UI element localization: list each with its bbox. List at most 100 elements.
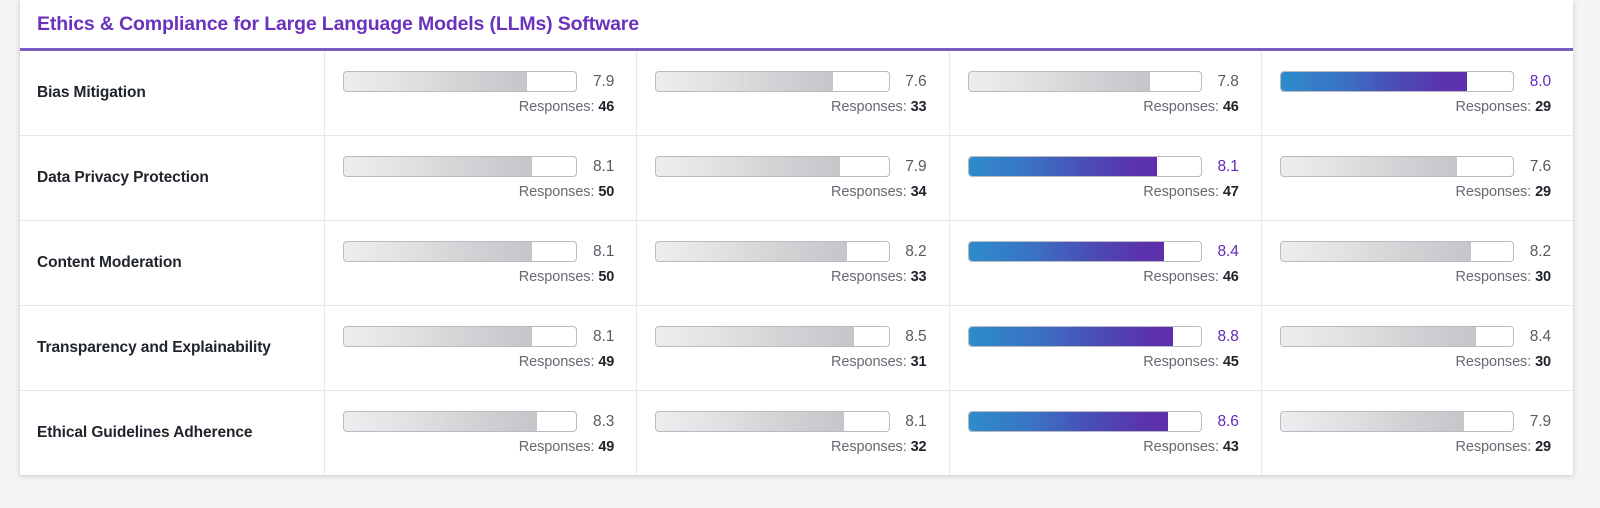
responses-value: 29 xyxy=(1535,99,1551,115)
responses-value: 34 xyxy=(910,184,927,200)
rating-bar-line: 8.4 xyxy=(967,241,1239,262)
rating-bar-fill xyxy=(656,412,845,431)
rating-value: 7.9 xyxy=(905,157,927,175)
rating-cell: 8.1 Responses: 50 xyxy=(325,136,638,220)
rating-bar-line: 8.4 xyxy=(1279,326,1551,347)
rating-bar-track xyxy=(967,326,1202,347)
rating-bar-line: 7.8 xyxy=(967,71,1239,92)
rating-bar-fill xyxy=(968,72,1150,91)
criterion-label: Bias Mitigation xyxy=(37,84,146,102)
criterion-label-cell: Transparency and Explainability xyxy=(20,306,325,390)
rating-bar-track xyxy=(655,241,890,262)
rating-value: 8.1 xyxy=(905,412,927,430)
rating-cell: 7.6 Responses: 29 xyxy=(1262,136,1573,220)
rating-bar-line: 8.0 xyxy=(1279,71,1551,92)
criterion-label-cell: Data Privacy Protection xyxy=(20,136,325,220)
rating-bar-track xyxy=(967,241,1202,262)
rating-cell: 8.8 Responses: 45 xyxy=(950,306,1262,390)
responses-label: Responses: xyxy=(518,99,595,115)
rating-bar-track xyxy=(655,411,890,432)
rating-cell: 7.9 Responses: 34 xyxy=(637,136,950,220)
rating-cell: 7.9 Responses: 46 xyxy=(325,51,638,135)
rating-bar-line: 8.1 xyxy=(343,326,614,347)
responses-value: 45 xyxy=(1222,354,1239,370)
rating-value: 8.1 xyxy=(593,242,615,260)
rating-bar-fill-highlight xyxy=(968,157,1157,176)
rating-value: 8.8 xyxy=(1217,327,1239,345)
table-row: Transparency and Explainability 8.1 Respon… xyxy=(20,306,1573,391)
criterion-label-cell: Bias Mitigation xyxy=(20,51,325,135)
rating-cell: 7.8 Responses: 46 xyxy=(950,51,1262,135)
responses-count: Responses: 45 xyxy=(968,354,1239,370)
rating-bar-fill xyxy=(344,242,533,261)
rating-bar-track xyxy=(343,411,578,432)
responses-count: Responses: 46 xyxy=(968,269,1239,285)
rating-bar-track xyxy=(655,326,890,347)
rating-value: 8.5 xyxy=(905,327,927,345)
criterion-label: Data Privacy Protection xyxy=(37,169,209,187)
responses-value: 29 xyxy=(1535,184,1551,200)
responses-count: Responses: 47 xyxy=(968,184,1239,200)
responses-label: Responses: xyxy=(1143,184,1219,200)
rating-cell: 8.1 Responses: 49 xyxy=(325,306,638,390)
responses-count: Responses: 33 xyxy=(655,269,927,285)
rating-value: 8.2 xyxy=(905,242,927,260)
table-row: Ethical Guidelines Adherence 8.3 Responses… xyxy=(20,391,1573,475)
rating-value: 8.4 xyxy=(1529,327,1551,345)
rating-cell: 8.4 Responses: 46 xyxy=(950,221,1262,305)
responses-count: Responses: 30 xyxy=(1280,354,1552,370)
responses-label: Responses: xyxy=(831,184,907,200)
responses-value: 50 xyxy=(598,184,615,200)
rating-cell: 8.2 Responses: 33 xyxy=(637,221,950,305)
criteria-grid: Bias Mitigation 7.9 Responses: 46 7.6 Respon… xyxy=(20,51,1573,475)
rating-bar-line: 8.1 xyxy=(967,156,1239,177)
rating-cell: 8.1 Responses: 47 xyxy=(950,136,1262,220)
rating-bar-line: 7.6 xyxy=(1279,156,1551,177)
rating-value: 8.1 xyxy=(593,327,615,345)
rating-bar-fill xyxy=(344,412,537,431)
rating-bar-track xyxy=(967,156,1202,177)
responses-label: Responses: xyxy=(831,99,907,115)
rating-bar-fill xyxy=(344,72,528,91)
responses-label: Responses: xyxy=(1455,354,1532,370)
rating-value: 7.6 xyxy=(905,72,927,90)
responses-label: Responses: xyxy=(831,269,907,285)
rating-cell: 8.2 Responses: 30 xyxy=(1262,221,1573,305)
rating-bar-fill xyxy=(1280,412,1465,431)
responses-count: Responses: 29 xyxy=(1280,439,1552,455)
responses-label: Responses: xyxy=(1455,184,1532,200)
responses-value: 50 xyxy=(598,269,615,285)
rating-value: 8.4 xyxy=(1217,242,1239,260)
rating-bar-fill-highlight xyxy=(1280,72,1467,91)
responses-label: Responses: xyxy=(1455,99,1532,115)
responses-value: 30 xyxy=(1535,354,1551,370)
criterion-label: Transparency and Explainability xyxy=(37,339,271,357)
table-row: Data Privacy Protection 8.1 Responses: 50 7… xyxy=(20,136,1573,221)
rating-bar-track xyxy=(1279,156,1514,177)
rating-bar-track xyxy=(655,156,890,177)
responses-count: Responses: 30 xyxy=(1280,269,1552,285)
rating-bar-fill-highlight xyxy=(968,412,1169,431)
rating-bar-fill-highlight xyxy=(968,327,1173,346)
responses-count: Responses: 33 xyxy=(655,99,927,115)
rating-bar-line: 8.5 xyxy=(655,326,927,347)
rating-value: 8.1 xyxy=(593,157,615,175)
responses-label: Responses: xyxy=(831,354,907,370)
rating-value: 8.1 xyxy=(1217,157,1239,175)
responses-count: Responses: 31 xyxy=(655,354,927,370)
rating-bar-fill xyxy=(1280,327,1476,346)
rating-cell: 8.1 Responses: 50 xyxy=(325,221,638,305)
responses-label: Responses: xyxy=(1143,99,1219,115)
rating-bar-track xyxy=(343,156,578,177)
rating-cell: 8.6 Responses: 43 xyxy=(950,391,1262,475)
responses-label: Responses: xyxy=(1143,439,1219,455)
responses-value: 46 xyxy=(1222,99,1239,115)
responses-value: 49 xyxy=(598,354,615,370)
rating-bar-line: 8.1 xyxy=(343,241,614,262)
page-title: Ethics & Compliance for Large Language M… xyxy=(37,12,639,35)
responses-label: Responses: xyxy=(518,439,595,455)
criterion-label-cell: Content Moderation xyxy=(20,221,325,305)
rating-bar-line: 7.6 xyxy=(655,71,927,92)
rating-bar-fill xyxy=(344,157,533,176)
criterion-label: Ethical Guidelines Adherence xyxy=(37,424,253,442)
